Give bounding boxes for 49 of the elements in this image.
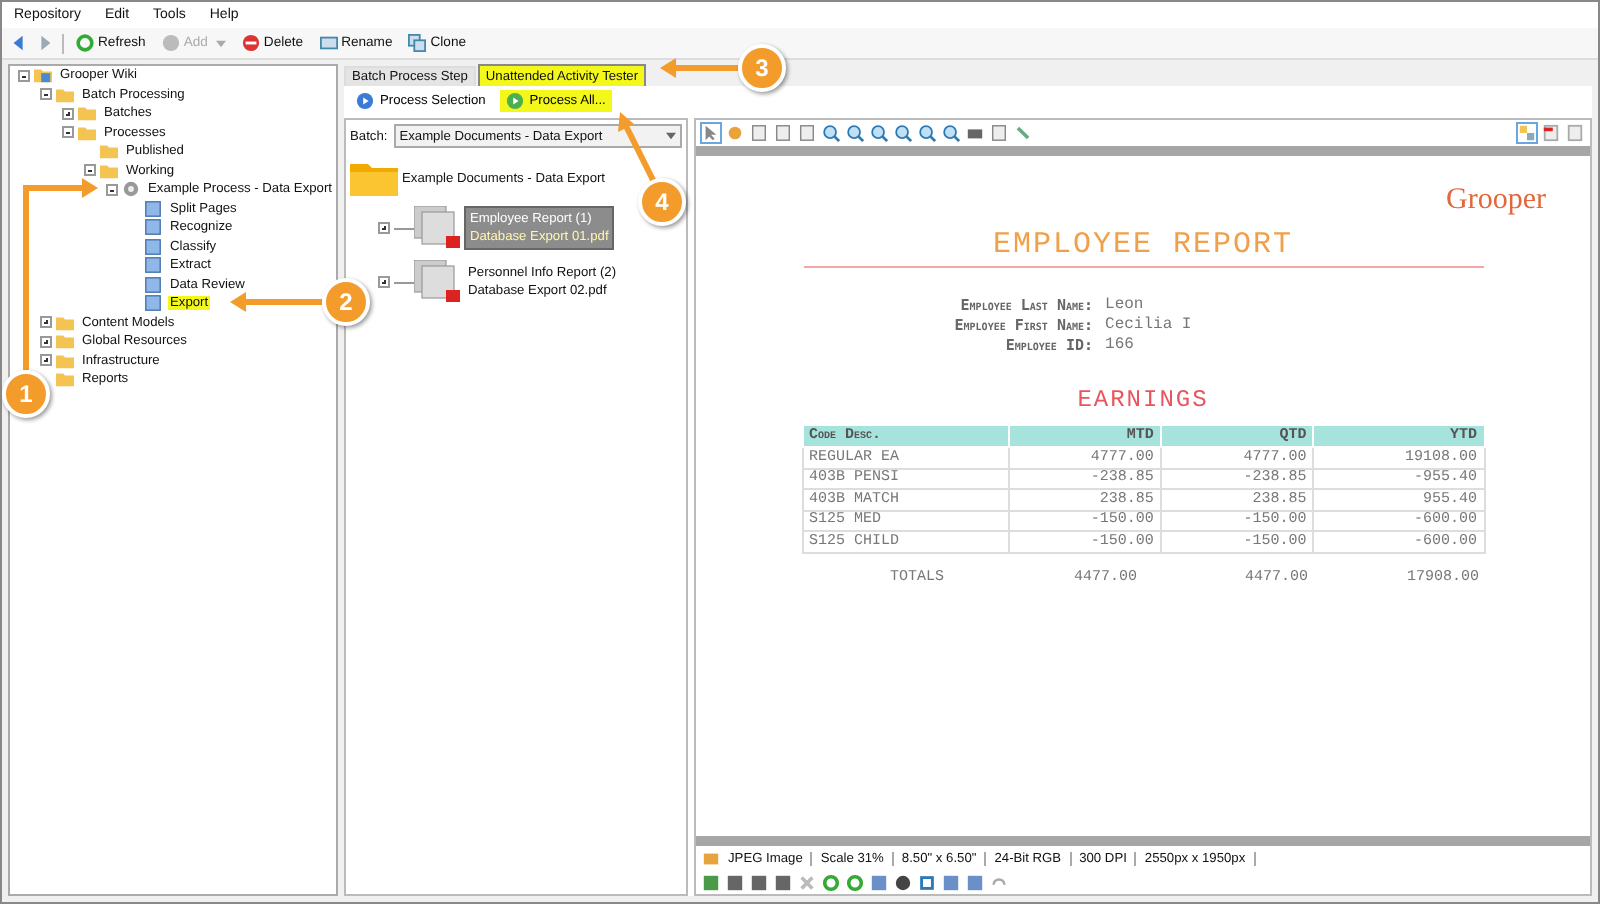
page-tree-icon[interactable] <box>1518 124 1536 142</box>
select-arrow-icon[interactable] <box>702 124 720 142</box>
callout-arrow <box>618 112 657 184</box>
rotate-right-icon[interactable] <box>846 873 864 891</box>
field-value: Cecilia I <box>1105 316 1192 336</box>
zoom-fit-icon[interactable] <box>870 124 888 142</box>
page-add-icon[interactable] <box>750 124 768 142</box>
caret-icon <box>215 39 226 47</box>
rotate-left-icon[interactable] <box>822 873 840 891</box>
section-title: EARNINGS <box>1077 386 1209 414</box>
clone-icon <box>408 34 427 52</box>
field-value: 166 <box>1105 336 1136 356</box>
gear-icon <box>122 180 140 199</box>
play-icon <box>356 91 374 109</box>
expander-icon[interactable] <box>18 69 30 82</box>
expander-icon[interactable] <box>106 183 118 196</box>
zoom-width-icon[interactable] <box>918 124 936 142</box>
page-view-icon[interactable] <box>774 124 792 142</box>
zoom-actual-icon[interactable] <box>942 124 960 142</box>
expander-icon[interactable] <box>62 107 74 120</box>
zoom-in-icon[interactable] <box>822 124 840 142</box>
undo-icon[interactable] <box>990 873 1008 891</box>
expander-icon[interactable] <box>378 222 390 234</box>
expander-icon[interactable] <box>40 354 52 367</box>
expander-icon[interactable] <box>40 316 52 329</box>
folder-icon <box>350 160 398 196</box>
logo: Grooper <box>1446 184 1546 218</box>
expander-icon[interactable] <box>62 126 74 139</box>
rename-icon <box>319 34 338 52</box>
report-title: EMPLOYEE REPORT <box>992 228 1294 262</box>
zoom-page-icon[interactable] <box>894 124 912 142</box>
expander-icon[interactable] <box>40 88 52 101</box>
zoom-out-icon[interactable] <box>846 124 864 142</box>
folder-icon <box>34 66 52 85</box>
play-icon <box>505 91 524 109</box>
expander-icon[interactable] <box>84 164 96 177</box>
expander-icon[interactable] <box>378 276 390 288</box>
page-search-icon[interactable] <box>798 124 816 142</box>
caret-icon <box>666 132 676 140</box>
page-icon[interactable] <box>1566 124 1584 142</box>
delete-icon <box>241 34 260 52</box>
contrast-icon[interactable] <box>894 873 912 891</box>
pdf-icon[interactable] <box>1542 124 1560 142</box>
field-value: Leon <box>1105 296 1146 316</box>
back-icon[interactable] <box>10 34 28 52</box>
expander-icon[interactable] <box>40 335 52 348</box>
crop-icon[interactable] <box>918 873 936 891</box>
callout-arrow <box>660 58 738 78</box>
callout-arrow <box>230 292 322 312</box>
